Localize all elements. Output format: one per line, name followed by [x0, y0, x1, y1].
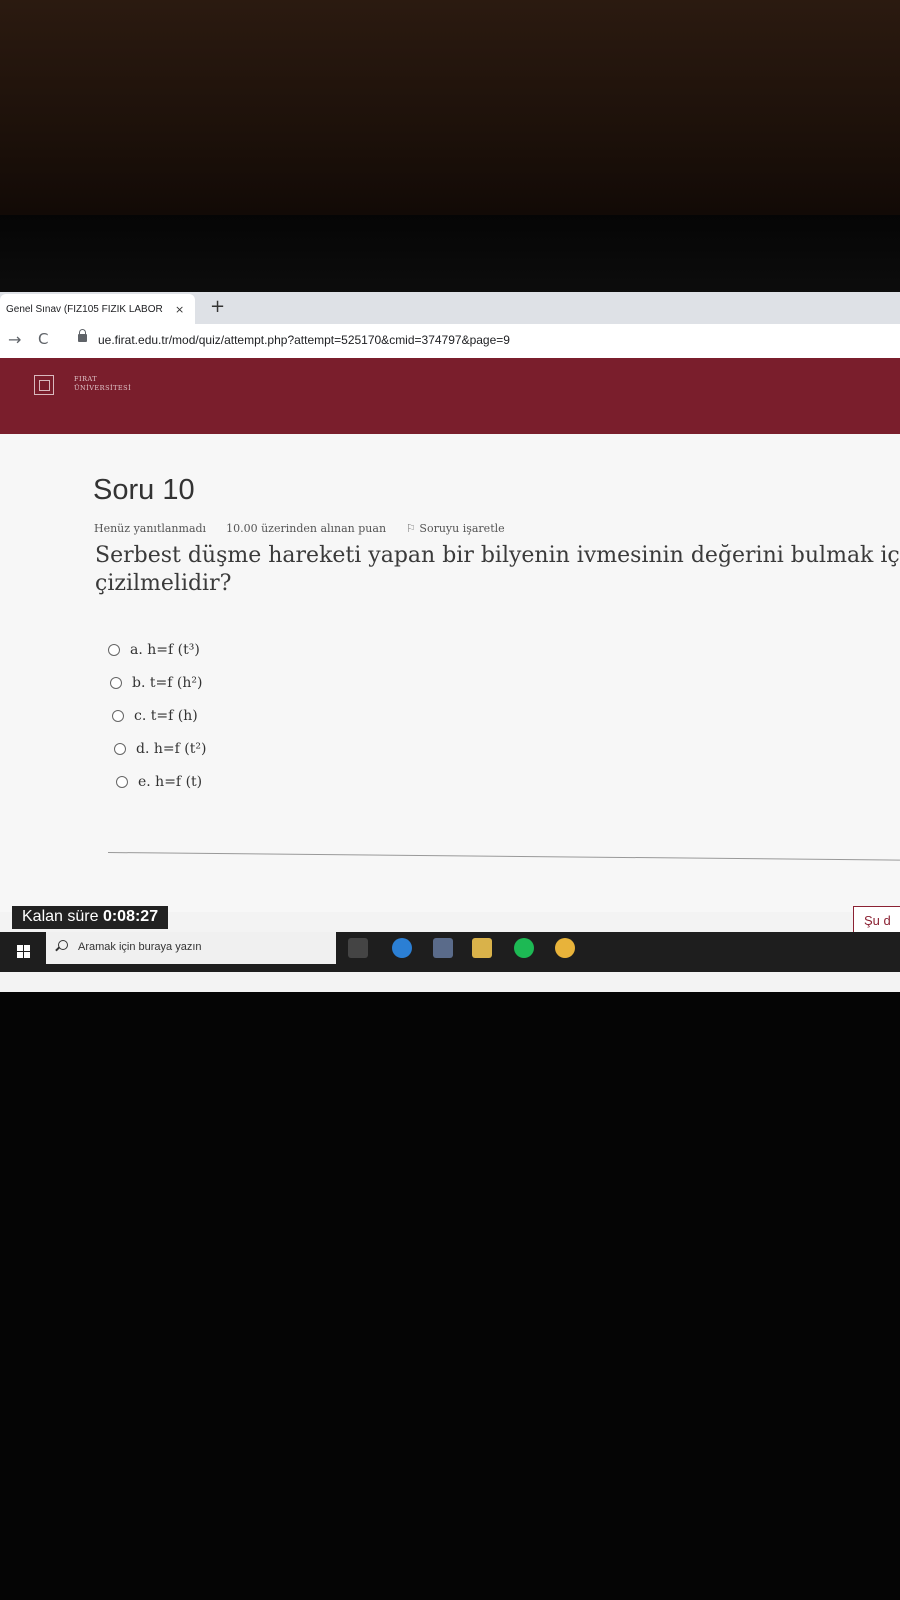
option-label: e. h=f (t) [138, 774, 203, 790]
option-c[interactable]: c. t=f (h) [112, 708, 206, 724]
university-logo-icon[interactable] [34, 375, 54, 395]
option-d[interactable]: d. h=f (t²) [114, 741, 206, 757]
option-b[interactable]: b. t=f (h²) [110, 675, 206, 691]
question-text: Serbest düşme hareketi yapan bir bilyeni… [95, 542, 900, 598]
taskbar-search[interactable]: Aramak için buraya yazın [46, 932, 336, 964]
question-text-line-1: Serbest düşme hareketi yapan bir bilyeni… [95, 543, 900, 568]
lock-icon[interactable] [78, 329, 87, 342]
tab-title: Genel Sınav (FİZ105 FİZİK LABOR [6, 303, 163, 315]
edge-icon[interactable] [392, 938, 412, 958]
tab-bar: Genel Sınav (FİZ105 FİZİK LABOR × + [0, 292, 900, 324]
monitor-bezel [0, 215, 900, 295]
option-label: c. t=f (h) [134, 708, 198, 724]
site-header: FIRAT ÜNİVERSİTESİ [0, 358, 900, 434]
new-tab-button[interactable]: + [210, 296, 225, 317]
question-number: Soru 10 [93, 474, 195, 506]
radio-button[interactable] [110, 677, 122, 689]
radio-button[interactable] [112, 710, 124, 722]
store-icon[interactable] [433, 938, 453, 958]
windows-taskbar: Aramak için buraya yazın [0, 932, 900, 972]
radio-button[interactable] [108, 644, 120, 656]
question-points: 10.00 üzerinden alınan puan [226, 522, 387, 535]
desk-background [0, 992, 900, 1600]
option-label: a. h=f (t³) [130, 642, 200, 658]
question-status: Henüz yanıtlanmadı [94, 522, 207, 535]
background-wall [0, 0, 900, 215]
browser-window: Genel Sınav (FİZ105 FİZİK LABOR × + → C … [0, 292, 900, 992]
flag-question-label: Soruyu işaretle [419, 522, 505, 535]
radio-button[interactable] [114, 743, 126, 755]
close-icon[interactable]: × [175, 303, 184, 316]
tab-quiz[interactable]: Genel Sınav (FİZ105 FİZİK LABOR × [0, 294, 195, 324]
logo-line-1: FIRAT [74, 375, 98, 383]
url-field[interactable]: ue.firat.edu.tr/mod/quiz/attempt.php?att… [98, 333, 510, 347]
option-e[interactable]: e. h=f (t) [116, 774, 206, 790]
address-bar: → C ue.firat.edu.tr/mod/quiz/attempt.php… [0, 324, 900, 359]
search-icon [58, 940, 68, 950]
question-info: Henüz yanıtlanmadı 10.00 üzerinden alına… [94, 522, 505, 535]
flag-icon: ⚐ [406, 522, 420, 535]
answer-options: a. h=f (t³) b. t=f (h²) c. t=f (h) d. h=… [108, 642, 206, 807]
divider [107, 852, 900, 861]
university-logo-text: FIRAT ÜNİVERSİTESİ [74, 375, 131, 393]
forward-arrow-icon[interactable]: → [8, 330, 21, 349]
spotify-icon[interactable] [514, 938, 534, 958]
task-view-icon[interactable] [348, 938, 368, 958]
timer-value: 0:08:27 [102, 908, 159, 925]
logo-line-2: ÜNİVERSİTESİ [74, 384, 132, 392]
windows-start-icon[interactable] [17, 945, 30, 958]
option-label: b. t=f (h²) [132, 675, 203, 691]
chrome-icon[interactable] [555, 938, 575, 958]
time-remaining: Kalan süre 0:08:27 [12, 906, 169, 929]
reload-icon[interactable]: C [38, 330, 48, 348]
option-a[interactable]: a. h=f (t³) [108, 642, 206, 658]
file-explorer-icon[interactable] [472, 938, 492, 958]
timer-label: Kalan süre [22, 908, 99, 925]
search-placeholder: Aramak için buraya yazın [78, 941, 202, 953]
flag-question-link[interactable]: ⚐ Soruyu işaretle [406, 522, 505, 535]
question-text-line-2: çizilmelidir? [95, 571, 232, 596]
quiz-content: Soru 10 Henüz yanıtlanmadı 10.00 üzerind… [0, 434, 900, 912]
option-label: d. h=f (t²) [136, 741, 207, 757]
radio-button[interactable] [116, 776, 128, 788]
